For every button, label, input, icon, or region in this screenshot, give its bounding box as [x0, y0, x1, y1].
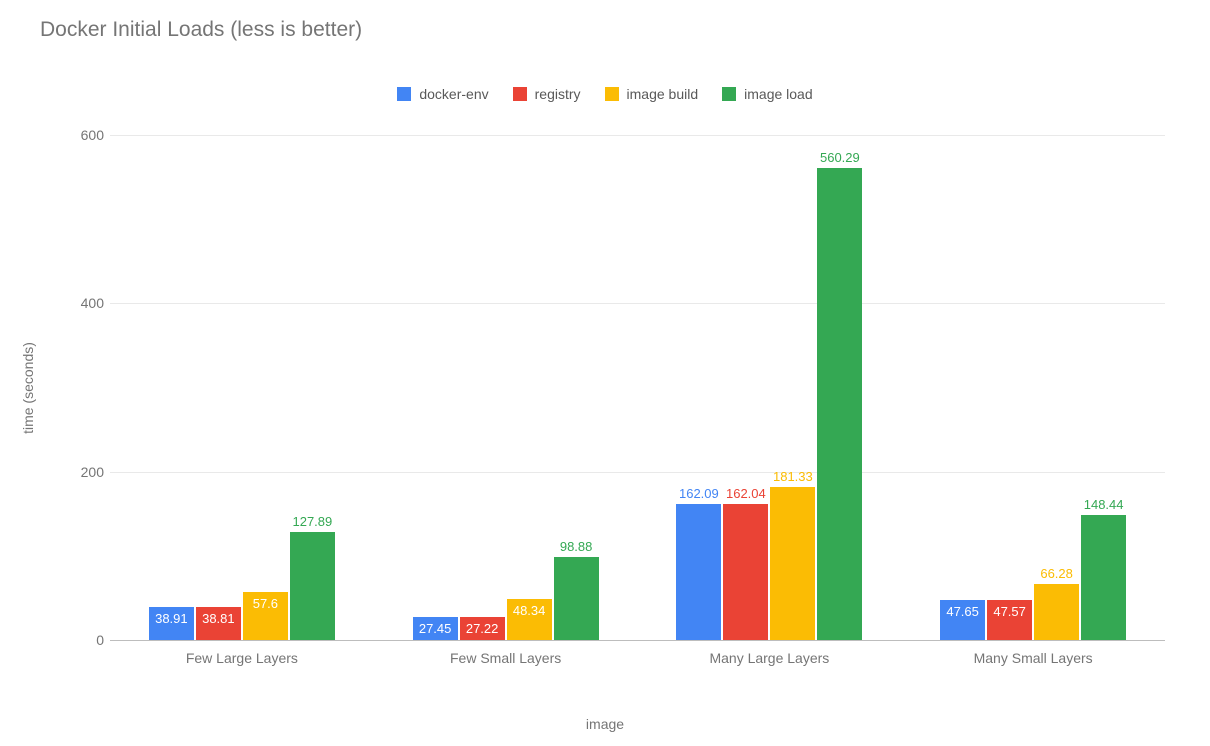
bar: 181.33 — [770, 487, 815, 640]
category-label: Few Large Layers — [186, 650, 298, 666]
bar-group: 162.09162.04181.33560.29Many Large Layer… — [638, 168, 902, 640]
y-axis-label: time (seconds) — [20, 342, 36, 434]
bar-group: 38.9138.8157.6127.89Few Large Layers — [110, 532, 374, 640]
y-tick-label: 400 — [70, 295, 104, 311]
bar-value-label: 162.04 — [726, 486, 766, 501]
legend-label: image load — [744, 86, 813, 102]
bar-value-label: 127.89 — [292, 514, 332, 529]
bar-value-label: 27.22 — [466, 621, 499, 636]
bar-value-label: 560.29 — [820, 150, 860, 165]
bar: 38.81 — [196, 607, 241, 640]
bar-value-label: 38.81 — [202, 611, 235, 626]
bar-value-label: 48.34 — [513, 603, 546, 618]
bar-value-label: 148.44 — [1084, 497, 1124, 512]
legend-item: registry — [513, 86, 581, 102]
chart-container: Docker Initial Loads (less is better) do… — [0, 0, 1210, 746]
y-tick-label: 0 — [70, 632, 104, 648]
bar: 47.57 — [987, 600, 1032, 640]
y-tick-label: 600 — [70, 127, 104, 143]
chart-title: Docker Initial Loads (less is better) — [40, 18, 362, 42]
bar: 560.29 — [817, 168, 862, 640]
y-tick-label: 200 — [70, 464, 104, 480]
bar: 98.88 — [554, 557, 599, 640]
bar: 47.65 — [940, 600, 985, 640]
legend-swatch — [722, 87, 736, 101]
x-axis-label: image — [586, 716, 624, 732]
legend-item: image load — [722, 86, 813, 102]
bar-value-label: 162.09 — [679, 486, 719, 501]
legend-label: docker-env — [419, 86, 488, 102]
bar: 57.6 — [243, 592, 288, 640]
bar-value-label: 98.88 — [560, 539, 593, 554]
bar: 162.09 — [676, 504, 721, 640]
bar: 48.34 — [507, 599, 552, 640]
legend-item: docker-env — [397, 86, 488, 102]
bar-value-label: 47.57 — [993, 604, 1026, 619]
bar-value-label: 181.33 — [773, 469, 813, 484]
legend: docker-env registry image build image load — [0, 86, 1210, 102]
bar: 148.44 — [1081, 515, 1126, 640]
bar: 38.91 — [149, 607, 194, 640]
legend-item: image build — [605, 86, 699, 102]
bar: 27.22 — [460, 617, 505, 640]
legend-label: image build — [627, 86, 699, 102]
bar-group: 47.6547.5766.28148.44Many Small Layers — [901, 515, 1165, 640]
legend-swatch — [513, 87, 527, 101]
bar: 162.04 — [723, 504, 768, 640]
category-label: Few Small Layers — [450, 650, 561, 666]
category-label: Many Small Layers — [974, 650, 1093, 666]
category-label: Many Large Layers — [709, 650, 829, 666]
grid-line — [110, 135, 1165, 136]
legend-swatch — [605, 87, 619, 101]
bar: 127.89 — [290, 532, 335, 640]
bar: 66.28 — [1034, 584, 1079, 640]
bar: 27.45 — [413, 617, 458, 640]
plot-area: 020040060038.9138.8157.6127.89Few Large … — [110, 135, 1165, 641]
legend-label: registry — [535, 86, 581, 102]
bar-value-label: 57.6 — [253, 596, 278, 611]
legend-swatch — [397, 87, 411, 101]
bar-value-label: 47.65 — [946, 604, 979, 619]
bar-value-label: 27.45 — [419, 621, 452, 636]
bar-group: 27.4527.2248.3498.88Few Small Layers — [374, 557, 638, 640]
bar-value-label: 38.91 — [155, 611, 188, 626]
bar-value-label: 66.28 — [1040, 566, 1073, 581]
